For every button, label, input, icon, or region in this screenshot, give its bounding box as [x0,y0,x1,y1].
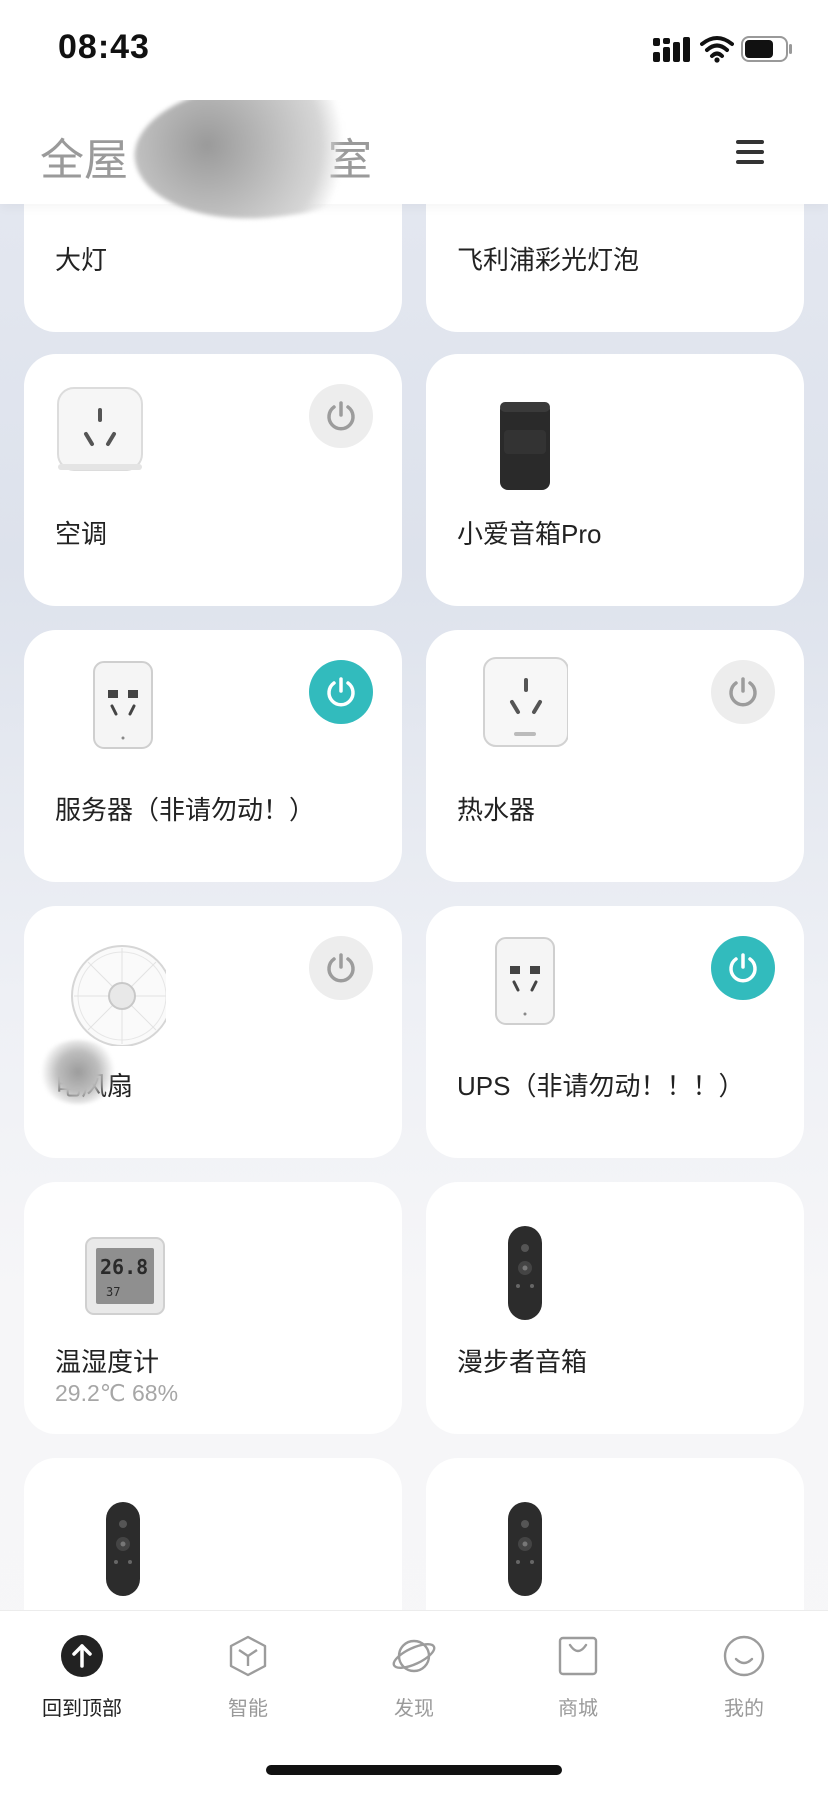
device-name: 漫步者音箱 [457,1347,588,1377]
smart-speaker-icon [500,402,550,490]
planet-icon [392,1639,436,1673]
home-indicator [266,1765,562,1775]
home-title-prefix: 全屋 [40,136,128,185]
power-toggle-button[interactable] [309,936,373,1000]
device-name: 空调 [55,519,108,549]
power-strip-icon [495,937,555,1025]
device-name: 热水器 [457,795,536,825]
thermo-display-hum: 37 [106,1285,120,1299]
device-status: 29.2℃ 68% [55,1380,179,1406]
tab-back-to-top[interactable]: 回到顶部 [22,1633,142,1721]
device-card[interactable]: 26.8 37 温湿度计 29.2℃ 68% [24,1182,402,1434]
cellular-signal-icon [653,37,690,62]
cube-icon [229,1635,267,1677]
status-time: 08:43 [58,28,150,66]
bag-icon [558,1636,598,1676]
power-toggle-button[interactable] [309,660,373,724]
power-toggle-button[interactable] [711,660,775,724]
smart-socket-icon [483,657,568,747]
thermo-display-temp: 26.8 [100,1255,148,1279]
redacted-smudge [38,1040,118,1104]
tab-mall[interactable]: 商城 [518,1633,638,1721]
device-card[interactable]: 漫步者音箱 [426,1182,804,1434]
tab-label: 智能 [228,1698,268,1720]
bottom-tab-bar: 回到顶部 智能 发现 商城 我的 [0,1610,828,1793]
remote-speaker-icon [508,1502,542,1596]
power-icon [729,677,757,707]
battery-icon [741,36,792,62]
status-bar: 08:43 [0,0,828,100]
device-name: 小爱音箱Pro [457,519,602,549]
arrow-up-icon [61,1635,103,1677]
tab-label: 回到顶部 [42,1698,122,1720]
wifi-icon [700,36,734,63]
tab-mine[interactable]: 我的 [684,1633,804,1721]
tab-label: 商城 [558,1698,598,1720]
device-name: 服务器（非请勿动！） [55,795,316,825]
menu-icon[interactable] [736,140,764,164]
device-card[interactable]: 电风扇 [24,906,402,1158]
smart-plug-icon [57,387,143,471]
device-name: 飞利浦彩光灯泡 [457,245,640,275]
power-strip-icon [93,661,153,749]
fan-icon [71,945,166,1046]
thermo-hygrometer-icon: 26.8 37 [85,1237,165,1315]
device-card[interactable]: 空调 [24,354,402,606]
device-name: 大灯 [55,245,108,275]
tab-label: 发现 [394,1698,434,1720]
device-name: UPS（非请勿动！！！） [457,1071,745,1101]
power-icon [729,953,757,983]
smile-icon [723,1635,765,1677]
power-toggle-button[interactable] [309,384,373,448]
home-header: 全屋室 [0,67,828,236]
power-toggle-button[interactable] [711,936,775,1000]
power-icon [327,953,355,983]
tab-label: 我的 [724,1698,764,1720]
device-card[interactable]: 热水器 [426,630,804,882]
power-icon [327,677,355,707]
device-card[interactable]: 小爱音箱Pro [426,354,804,606]
device-name: 温湿度计 [55,1347,160,1377]
device-card[interactable]: 服务器（非请勿动！） [24,630,402,882]
remote-speaker-icon [106,1502,140,1596]
power-icon [327,401,355,431]
remote-speaker-icon [508,1226,542,1320]
tab-smart[interactable]: 智能 [188,1633,308,1721]
tab-discover[interactable]: 发现 [354,1633,474,1721]
device-card[interactable]: UPS（非请勿动！！！） [426,906,804,1158]
